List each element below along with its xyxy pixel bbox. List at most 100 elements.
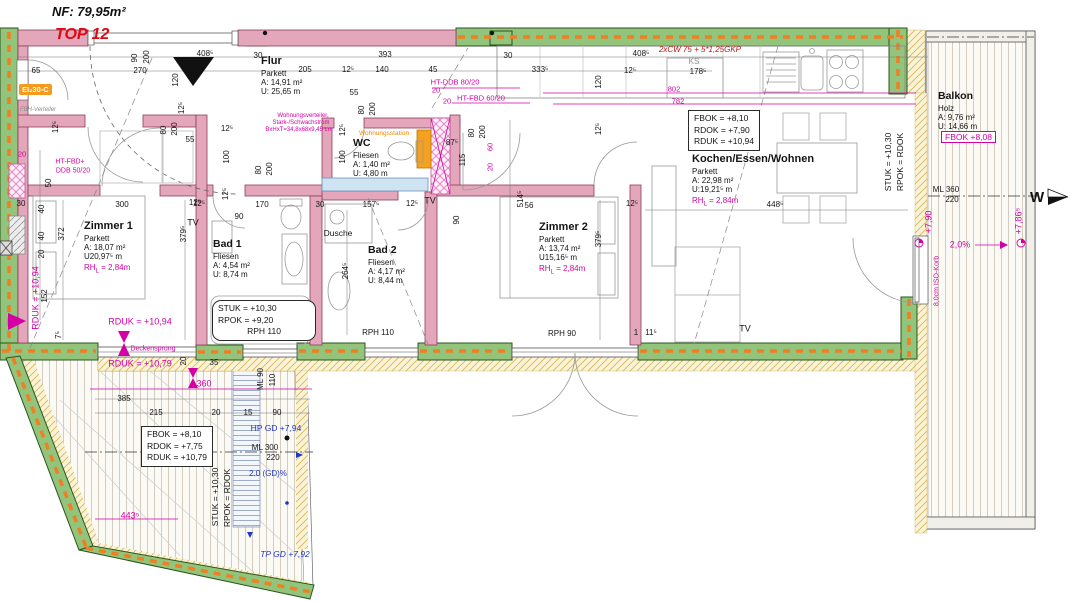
dim-label: BxHxT=34,8x68x9,45 cm bbox=[265, 127, 332, 133]
dim-label: 12⁵ bbox=[406, 200, 418, 208]
dim-label: 80 bbox=[160, 126, 168, 135]
dim-label: 152 bbox=[41, 289, 49, 302]
room-balkon: Balkon Holz A: 9,76 m² U: 14,66 m bbox=[938, 90, 977, 132]
rpok-bottom: RPOK = RDOK bbox=[223, 469, 232, 527]
room-wohnen: Kochen/Essen/Wohnen Parkett A: 22,98 m² … bbox=[692, 153, 814, 209]
dim-label: 157⁵ bbox=[363, 201, 380, 209]
tp-gd: TP GD +7,92 bbox=[260, 550, 310, 559]
dim-label: 215 bbox=[149, 409, 162, 417]
dim-label: 379⁵ bbox=[595, 231, 603, 248]
room-bad2: Bad 2 Fliesen A: 4,17 m² U: 8,44 m bbox=[368, 244, 405, 286]
dim-label: 87⁵ bbox=[446, 139, 458, 147]
level-box-bad1: STUK = +10,30 RPOK = +9,20 RPH 110 bbox=[212, 300, 316, 341]
dim-label: 20 bbox=[38, 250, 46, 259]
fire-rating-badge: EI₂30-C bbox=[19, 84, 52, 95]
dim-label: 200 bbox=[266, 162, 274, 175]
room-name: Bad 2 bbox=[368, 244, 405, 256]
dim-label: 170 bbox=[255, 201, 268, 209]
dim-label: 140 bbox=[375, 66, 388, 74]
dim-label: 12⁵ bbox=[52, 121, 60, 133]
dim-label: 45 bbox=[429, 66, 438, 74]
level-786: +7,86⁵ bbox=[1015, 208, 1024, 235]
hp-gd: HP GD +7,94 bbox=[251, 424, 302, 433]
rph-110: RPH 110 bbox=[362, 329, 394, 337]
dim-label: 90 bbox=[273, 409, 282, 417]
verteiler-note: Wohnungsverteiler, bbox=[277, 113, 328, 119]
dim-label: 120 bbox=[595, 75, 603, 88]
room-bad1: Bad 1 Fliesen A: 4,54 m² U: 8,74 m bbox=[213, 238, 250, 280]
dim-label: 90 bbox=[235, 213, 244, 221]
dim-label: 56 bbox=[525, 202, 534, 210]
room-zimmer2: Zimmer 2 Parkett A: 13,74 m² U15,16⁵ m R… bbox=[539, 221, 588, 277]
room-name: Flur bbox=[261, 55, 302, 67]
dim-label: 220 bbox=[945, 196, 958, 204]
rduk-low: RDUK = +10,79 bbox=[108, 360, 172, 369]
dim-label: 20 bbox=[443, 97, 451, 105]
wohnungsstation: Wohnungsstation bbox=[359, 131, 409, 138]
level-790: +7,90 bbox=[925, 211, 934, 234]
dim-label: 385 bbox=[117, 395, 130, 403]
room-height: RHL = 2,84m bbox=[84, 263, 133, 277]
dim-label: 12⁵ bbox=[339, 124, 347, 136]
room-flur: Flur Parkett A: 14,91 m² U: 25,65 m bbox=[261, 55, 302, 97]
dim-label: 20 bbox=[432, 86, 440, 94]
dim-label: 443⁵ bbox=[121, 512, 140, 521]
dim-label: 1 bbox=[634, 329, 638, 337]
room-zimmer1: Zimmer 1 Parkett A: 18,07 m² U20,97⁵ m R… bbox=[84, 220, 133, 276]
dim-label: 300 bbox=[115, 201, 128, 209]
ht-note-left: HT-FBD+ bbox=[55, 159, 84, 166]
room-name: Zimmer 1 bbox=[84, 220, 133, 232]
dim-label: 220 bbox=[266, 454, 279, 462]
fbok-balkon-badge: FBOK +8,08 bbox=[941, 131, 996, 143]
dim-label: 30 bbox=[254, 52, 263, 60]
dim-label: 333⁵ bbox=[532, 66, 549, 74]
room-name: Kochen/Essen/Wohnen bbox=[692, 153, 814, 165]
dim-label: 110 bbox=[269, 374, 277, 387]
dim-label: 80 bbox=[255, 166, 263, 175]
dim-label: TV bbox=[187, 219, 199, 228]
dim-label: ML 300 bbox=[252, 444, 278, 452]
dim-label: 20 bbox=[18, 150, 26, 158]
dim-label: 40 bbox=[38, 205, 46, 214]
dim-label: Stark-/Schwachstrom bbox=[272, 120, 329, 126]
dim-label: 12⁵ bbox=[221, 125, 233, 133]
fbh-verteiler: FBH-Verteiler bbox=[20, 107, 56, 113]
dim-label: 178⁵ bbox=[690, 68, 707, 76]
dim-label: 12⁵ bbox=[222, 188, 230, 200]
floor-plan: NF: 79,95m² TOP 12 EI₂30-C Flur Parkett … bbox=[0, 0, 1070, 602]
dim-label: 12⁵ bbox=[189, 199, 201, 207]
room-height: RHL = 2,84m bbox=[692, 196, 814, 210]
dim-label: 408⁵ bbox=[633, 50, 650, 58]
dim-label: ML 360 bbox=[933, 186, 959, 194]
dim-label: 393 bbox=[378, 51, 391, 59]
toilet-wc bbox=[388, 142, 414, 160]
dim-label: 200 bbox=[369, 102, 377, 115]
deckensprung-lines bbox=[30, 46, 778, 348]
toilet-bad1 bbox=[281, 205, 301, 229]
dim-label: 802 bbox=[668, 85, 681, 93]
dim-label: 20 bbox=[486, 163, 494, 171]
dim-label: 120 bbox=[172, 73, 180, 86]
compass-west-label: W bbox=[1030, 189, 1044, 206]
dim-label: 270 bbox=[133, 67, 146, 75]
dim-label: 20 bbox=[212, 409, 221, 417]
dim-label: DDB 50/20 bbox=[56, 168, 90, 175]
dim-label: 15 bbox=[244, 409, 253, 417]
rph-90: RPH 90 bbox=[548, 330, 576, 338]
ht-fbd-note: HT-FBD 60/20 bbox=[457, 94, 505, 102]
dim-label: 200 bbox=[143, 50, 151, 63]
stuk-bottom: STUK = +10,30 bbox=[211, 468, 220, 527]
room-name: Balkon bbox=[938, 90, 977, 102]
stuk-right: STUK = +10,30 bbox=[884, 133, 893, 192]
dim-label: 264⁵ bbox=[342, 263, 350, 280]
dim-label: 12⁵ bbox=[595, 123, 603, 135]
room-wc: WC Fliesen A: 1,40 m² U: 4,80 m bbox=[353, 137, 390, 179]
west-arrow bbox=[1048, 189, 1068, 197]
room-name: WC bbox=[353, 137, 390, 149]
room-name: Zimmer 2 bbox=[539, 221, 588, 233]
dim-label: 90 bbox=[131, 54, 139, 63]
dim-label: 448⁵ bbox=[767, 201, 784, 209]
gd-slope: 2.0 (GD)% bbox=[249, 470, 287, 478]
dim-label: 200 bbox=[479, 125, 487, 138]
balcony-slope: 2,0% bbox=[950, 241, 971, 250]
